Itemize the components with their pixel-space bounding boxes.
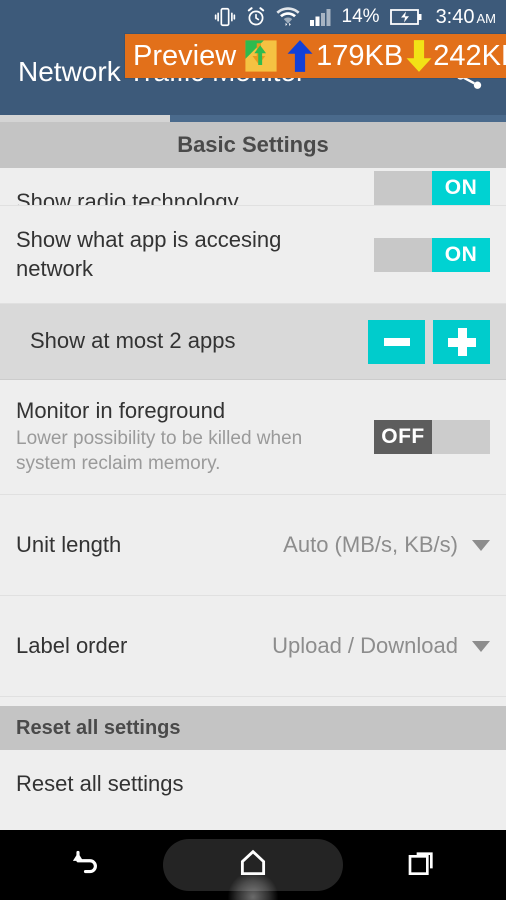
tab-indicator-active[interactable] [0,115,170,122]
arrow-down-icon [405,39,433,73]
plus-icon [447,327,476,356]
row-text: Label order [16,632,272,660]
minus-icon [383,337,410,346]
section-header-basic-label: Basic Settings [177,132,329,157]
recents-button[interactable] [377,830,467,900]
preview-overlay-banner[interactable]: Preview 179KB 242KB [125,34,506,78]
vibrate-icon [214,6,236,28]
clock-time: 3:40 [435,5,475,28]
section-header-reset: Reset all settings [0,706,506,750]
sync-arrows-icon [244,39,278,73]
row-show-app-accessing-network[interactable]: Show what app is accesing network ON [0,206,506,304]
increment-button[interactable] [433,319,490,364]
preview-label: Preview [133,39,237,72]
row-subtitle: Lower possibility to be killed when syst… [16,428,303,475]
clock-ampm: AM [476,10,497,26]
toggle-label-off: OFF [374,420,432,454]
section-header-basic: Basic Settings [0,122,506,168]
row-monitor-in-foreground[interactable]: Monitor in foreground Lower possibility … [0,380,506,495]
navigation-bar [0,830,506,900]
row-text: Show what app is accesing network [16,226,374,282]
row-title: Label order [16,632,128,658]
row-text: Reset all settings [16,770,490,798]
row-text: Monitor in foreground Lower possibility … [16,397,374,477]
row-control: OFF [374,420,490,454]
chevron-down-icon [472,539,490,551]
chevron-down-icon [472,640,490,652]
row-control: ON [374,171,490,205]
phone-screen: 14% 3:40 AM Network Traffic Monitor [0,0,506,900]
row-text: Show radio technology [16,177,374,205]
toggle-show-radio-technology[interactable]: ON [374,171,490,205]
label-order-value: Upload / Download [272,633,458,658]
toggle-track-left [374,171,432,205]
row-reset-all-settings[interactable]: Reset all settings [0,741,506,827]
toggle-track-right [432,420,490,454]
upload-value: 179KB [316,39,404,72]
row-control[interactable]: Upload / Download [272,633,490,659]
stepper-control [368,319,490,364]
battery-charging-icon [389,7,423,27]
alarm-icon [245,6,267,28]
row-text: Unit length [16,531,283,559]
row-title: Show at most 2 apps [30,328,236,354]
toggle-track-left [374,237,432,272]
battery-percent: 14% [341,6,380,27]
recents-icon [406,847,438,884]
back-icon [66,845,102,886]
row-show-radio-technology[interactable]: Show radio technology ON [0,168,506,206]
download-value: 242KB [433,39,506,72]
toggle-monitor-in-foreground[interactable]: OFF [374,420,490,454]
unit-length-value: Auto (MB/s, KB/s) [283,532,458,557]
row-show-at-most-apps[interactable]: Show at most 2 apps [0,304,506,380]
toggle-label-on: ON [432,171,490,205]
decrement-button[interactable] [368,319,425,364]
row-control: ON [374,237,490,272]
section-header-reset-label: Reset all settings [16,716,181,739]
signal-icon [309,7,333,27]
row-title: Unit length [16,531,122,557]
row-control[interactable]: Auto (MB/s, KB/s) [283,532,490,558]
toggle-show-app-accessing-network[interactable]: ON [374,237,490,272]
back-button[interactable] [39,830,129,900]
row-unit-length[interactable]: Unit length Auto (MB/s, KB/s) [0,495,506,596]
row-title: Show radio technology [16,188,239,206]
row-title: Monitor in foreground [16,398,226,424]
toggle-label-on: ON [432,237,490,272]
clock: 3:40 AM [436,6,496,29]
status-bar: 14% 3:40 AM [0,0,506,34]
row-label-order[interactable]: Label order Upload / Download [0,596,506,697]
wifi-icon [275,6,300,28]
row-title: Show what app is accesing network [16,227,282,281]
row-text: Show at most 2 apps [16,327,368,355]
arrow-up-icon [286,39,314,73]
row-title: Reset all settings [16,770,184,796]
